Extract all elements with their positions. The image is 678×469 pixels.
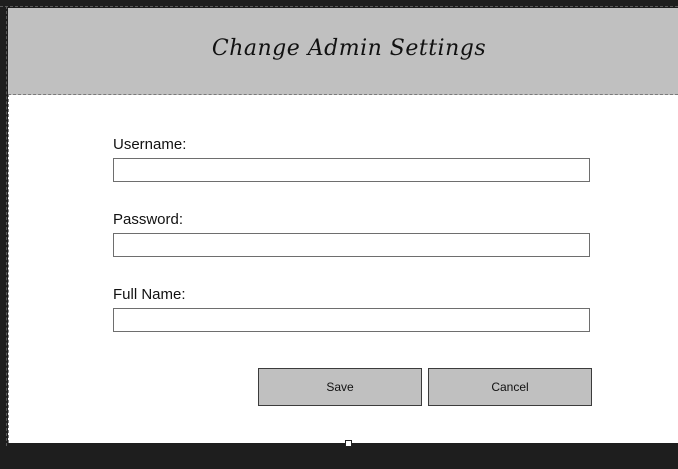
selection-border-left	[6, 6, 7, 446]
panel-dashed-edge	[8, 94, 9, 443]
full-name-input[interactable]	[113, 308, 590, 332]
full-name-label: Full Name:	[113, 286, 186, 303]
form-title: Change Admin Settings	[211, 36, 487, 61]
form-header-panel: Change Admin Settings	[8, 8, 678, 95]
resize-handle[interactable]	[345, 440, 352, 447]
save-button[interactable]: Save	[258, 368, 422, 406]
password-label: Password:	[113, 211, 184, 228]
username-label: Username:	[113, 136, 187, 153]
password-input[interactable]	[113, 233, 590, 257]
form-design-surface[interactable]: Change Admin Settings Username: Password…	[8, 8, 678, 447]
cancel-button[interactable]: Cancel	[428, 368, 592, 406]
selection-border-top	[0, 6, 678, 7]
username-input[interactable]	[113, 158, 590, 182]
